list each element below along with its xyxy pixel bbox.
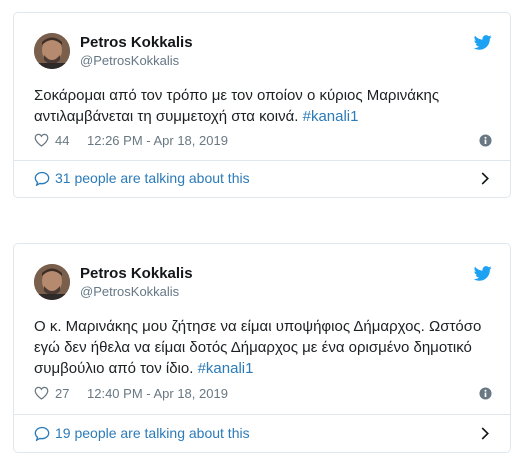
speech-bubble-icon: [34, 426, 50, 441]
timestamp[interactable]: 12:40 PM - Apr 18, 2019: [87, 386, 228, 401]
avatar[interactable]: [34, 33, 70, 69]
conversation-link[interactable]: 19 people are talking about this: [34, 424, 492, 444]
tweet-text: Σοκάρομαι από τον τρόπο με τον οποίον ο …: [34, 85, 494, 127]
heart-icon[interactable]: [34, 133, 49, 147]
tweet-card[interactable]: Petros Kokkalis @PetrosKokkalis Ο κ. Μαρ…: [13, 243, 511, 453]
info-icon[interactable]: [479, 387, 492, 400]
author-name[interactable]: Petros Kokkalis: [80, 34, 193, 51]
author-name[interactable]: Petros Kokkalis: [80, 265, 193, 282]
author-handle[interactable]: @PetrosKokkalis: [80, 284, 179, 299]
tweet-card[interactable]: Petros Kokkalis @PetrosKokkalis Σοκάρομα…: [13, 12, 511, 198]
hashtag-link[interactable]: #kanali1: [303, 108, 359, 125]
author-handle[interactable]: @PetrosKokkalis: [80, 53, 179, 68]
tweet-text-line: συμβούλιο από τον ίδιο. #kanali1: [34, 358, 494, 379]
tweet-text-line: Ο κ. Μαρινάκης μου ζήτησε να είμαι υποψή…: [34, 318, 482, 335]
tweet-meta: 44 12:26 PM - Apr 18, 2019: [34, 132, 492, 150]
twitter-bird-icon[interactable]: [474, 35, 492, 50]
tweet-text-fragment: συμβούλιο από τον ίδιο.: [34, 360, 194, 377]
timestamp[interactable]: 12:26 PM - Apr 18, 2019: [87, 133, 228, 148]
chevron-right-icon: [481, 427, 489, 440]
tweet-text-line: εγώ δεν ήθελα να είμαι δοτός Δήμαρχος με…: [34, 339, 472, 356]
tweet-text-fragment: αντιλαμβάνεται τη συμμετοχή στα κοινά.: [34, 108, 299, 125]
tweet-header: Petros Kokkalis @PetrosKokkalis: [34, 264, 492, 302]
conversation-link[interactable]: 31 people are talking about this: [34, 169, 492, 189]
twitter-bird-icon[interactable]: [474, 266, 492, 281]
heart-icon[interactable]: [34, 386, 49, 400]
tweet-text-line: Σοκάρομαι από τον τρόπο με τον οποίον ο …: [34, 87, 440, 104]
divider: [14, 414, 510, 415]
chevron-right-icon: [481, 172, 489, 185]
like-count[interactable]: 27: [55, 386, 69, 401]
tweet-header: Petros Kokkalis @PetrosKokkalis: [34, 33, 492, 71]
tweet-meta: 27 12:40 PM - Apr 18, 2019: [34, 385, 492, 403]
like-count[interactable]: 44: [55, 133, 69, 148]
tweet-text-line: αντιλαμβάνεται τη συμμετοχή στα κοινά. #…: [34, 106, 494, 127]
talking-label: 19 people are talking about this: [55, 425, 250, 441]
divider: [14, 160, 510, 161]
talking-label: 31 people are talking about this: [55, 170, 250, 186]
info-icon[interactable]: [479, 134, 492, 147]
tweet-text: Ο κ. Μαρινάκης μου ζήτησε να είμαι υποψή…: [34, 316, 494, 379]
hashtag-link[interactable]: #kanali1: [198, 360, 254, 377]
avatar[interactable]: [34, 264, 70, 300]
speech-bubble-icon: [34, 171, 50, 186]
